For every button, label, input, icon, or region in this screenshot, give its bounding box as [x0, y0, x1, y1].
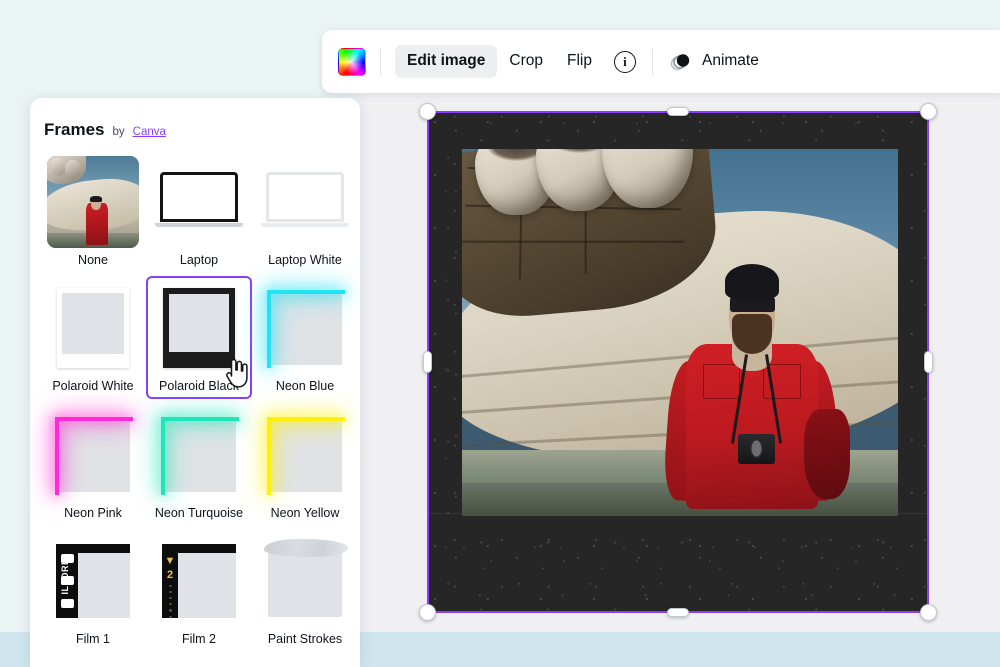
frame-option-neon-turquoise[interactable]: Neon Turquoise	[146, 403, 252, 525]
photo-content	[462, 149, 898, 516]
frame-option-label: Neon Turquoise	[155, 505, 243, 521]
frame-option-label: Paint Strokes	[268, 631, 342, 647]
thumb-neon	[268, 291, 342, 365]
frame-option-label: Film 1	[76, 631, 110, 647]
animate-button[interactable]: Animate	[669, 51, 759, 73]
info-icon[interactable]: i	[614, 51, 636, 73]
frame-option-neon-yellow[interactable]: Neon Yellow	[252, 403, 358, 525]
frame-option-polaroid-white[interactable]: Polaroid White	[40, 276, 146, 398]
resize-handle-bottom-center[interactable]	[667, 608, 689, 617]
resize-handle-bottom-right[interactable]	[920, 604, 937, 621]
frames-grid[interactable]: None Laptop Laptop White Polaroid White …	[30, 150, 360, 651]
frame-thumbnail: ILFORD	[44, 535, 142, 627]
thumb-neon	[268, 418, 342, 492]
pointing-hand-cursor	[222, 357, 248, 389]
frame-thumbnail	[44, 156, 142, 248]
panel-by-text: by	[112, 126, 124, 138]
frame-option-label: Polaroid White	[52, 378, 133, 394]
thumb-laptop	[160, 172, 238, 232]
frame-option-label: Neon Pink	[64, 505, 122, 521]
thumb-film-1: ILFORD	[56, 544, 130, 618]
resize-handle-top-center[interactable]	[667, 107, 689, 116]
frame-option-label: Laptop	[180, 252, 218, 268]
photo-person	[680, 259, 824, 509]
crop-button[interactable]: Crop	[497, 45, 555, 78]
frame-option-film-2[interactable]: ▼2 Film 2	[146, 529, 252, 651]
frame-option-none[interactable]: None	[40, 150, 146, 272]
resize-handle-top-right[interactable]	[920, 103, 937, 120]
thumb-polaroid-white	[57, 288, 129, 368]
toolbar-divider	[380, 49, 381, 75]
frame-thumbnail	[256, 282, 354, 374]
frame-option-neon-pink[interactable]: Neon Pink	[40, 403, 146, 525]
flip-button[interactable]: Flip	[555, 45, 604, 78]
resize-handle-middle-right[interactable]	[924, 351, 933, 373]
frame-thumbnail	[44, 409, 142, 501]
frame-option-paint-strokes[interactable]: Paint Strokes	[252, 529, 358, 651]
color-wheel-icon[interactable]	[338, 48, 366, 76]
frame-thumbnail: ▼2	[150, 535, 248, 627]
frames-panel[interactable]: Frames by Canva None Laptop Laptop White…	[30, 98, 360, 667]
thumb-film-2: ▼2	[162, 544, 236, 618]
thumb-neon	[162, 418, 236, 492]
edit-image-button[interactable]: Edit image	[395, 45, 497, 78]
frame-option-label: Film 2	[182, 631, 216, 647]
resize-handle-middle-left[interactable]	[423, 351, 432, 373]
frame-thumbnail	[256, 156, 354, 248]
frame-thumbnail	[150, 409, 248, 501]
frame-option-film-1[interactable]: ILFORD Film 1	[40, 529, 146, 651]
panel-header: Frames by Canva	[30, 98, 360, 150]
panel-title: Frames	[44, 120, 104, 140]
toolbar-divider-2	[652, 49, 653, 75]
resize-handle-bottom-left[interactable]	[419, 604, 436, 621]
frame-option-laptop-white[interactable]: Laptop White	[252, 150, 358, 272]
resize-handle-top-left[interactable]	[419, 103, 436, 120]
frame-thumbnail	[256, 409, 354, 501]
polaroid-black-frame[interactable]	[427, 111, 929, 613]
canva-brand-link[interactable]: Canva	[133, 126, 166, 138]
frame-thumbnail	[44, 282, 142, 374]
thumb-photo	[47, 156, 139, 248]
frame-option-label: Neon Blue	[276, 378, 334, 394]
thumb-laptop-white	[266, 172, 344, 232]
frame-option-neon-blue[interactable]: Neon Blue	[252, 276, 358, 398]
frame-thumbnail	[150, 156, 248, 248]
selected-image-element[interactable]	[427, 111, 929, 613]
image-toolbar[interactable]: Edit image Crop Flip i Animate	[322, 30, 1000, 93]
thumb-neon	[56, 418, 130, 492]
frame-thumbnail	[256, 535, 354, 627]
frame-option-label: Neon Yellow	[271, 505, 340, 521]
frame-option-label: None	[78, 252, 108, 268]
animate-icon	[669, 51, 693, 73]
thumb-paint-strokes	[268, 545, 342, 617]
animate-label: Animate	[702, 52, 759, 71]
frame-option-laptop[interactable]: Laptop	[146, 150, 252, 272]
frame-option-label: Laptop White	[268, 252, 342, 268]
